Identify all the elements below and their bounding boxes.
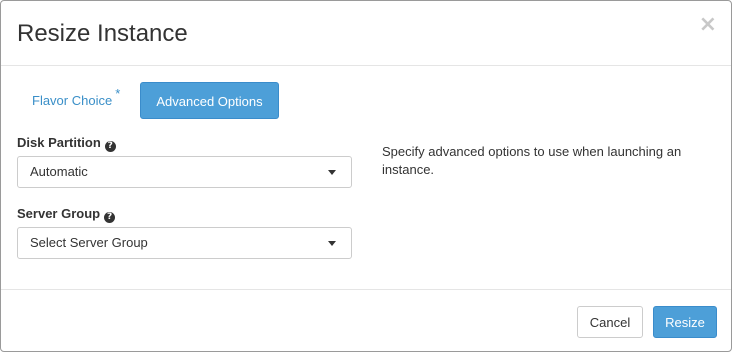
question-circle-icon[interactable]: ?: [104, 141, 116, 152]
resize-instance-dialog: Resize Instance × Flavor Choice * Advance…: [0, 0, 732, 352]
tab-flavor-choice-label: Flavor Choice: [32, 93, 113, 108]
server-group-value: Select Server Group: [30, 235, 148, 250]
question-circle-icon[interactable]: ?: [104, 212, 116, 223]
resize-button[interactable]: Resize: [653, 306, 717, 338]
disk-partition-select[interactable]: Automatic: [17, 156, 352, 188]
close-icon[interactable]: ×: [699, 14, 717, 36]
disk-partition-label: Disk Partition?: [17, 134, 116, 152]
cancel-button[interactable]: Cancel: [577, 306, 643, 338]
caret-down-icon: [328, 241, 336, 246]
tab-advanced-options[interactable]: Advanced Options: [140, 82, 279, 119]
dialog-title: Resize Instance: [17, 20, 188, 47]
server-group-label: Server Group?: [17, 205, 116, 223]
dialog-footer: Cancel Resize: [1, 289, 731, 352]
server-group-select[interactable]: Select Server Group: [17, 227, 352, 259]
help-text: Specify advanced options to use when lau…: [382, 144, 682, 177]
server-group-label-text: Server Group: [17, 206, 101, 221]
caret-down-icon: [328, 170, 336, 175]
tab-flavor-choice[interactable]: Flavor Choice *: [17, 82, 135, 119]
disk-partition-label-text: Disk Partition: [17, 135, 101, 150]
dialog-header: Resize Instance ×: [1, 1, 731, 66]
disk-partition-value: Automatic: [30, 164, 88, 179]
required-asterisk: *: [115, 86, 121, 101]
